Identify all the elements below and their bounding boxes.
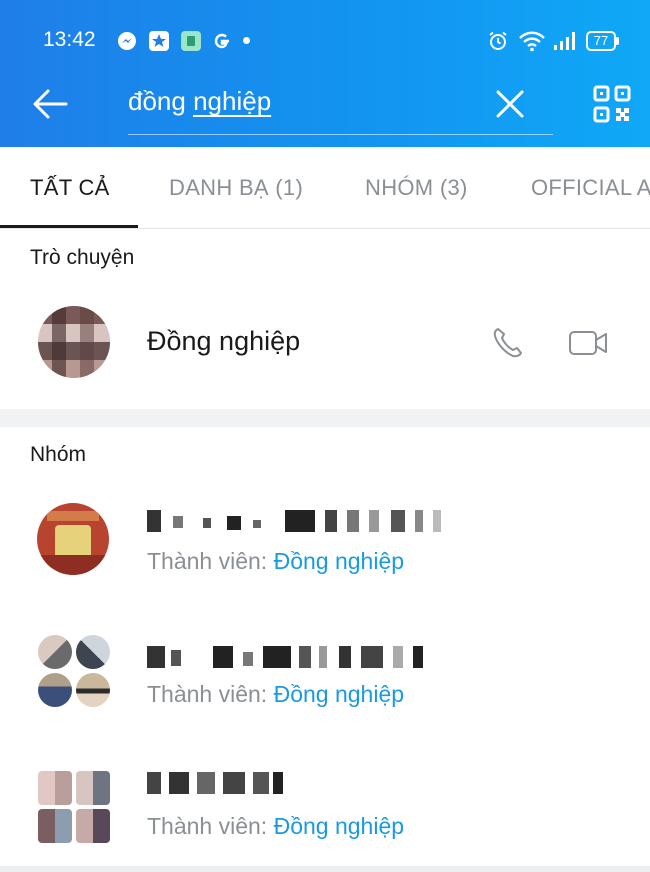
contact-name: Đồng nghiệp <box>147 326 301 356</box>
tab-official[interactable]: OFFICIAL A <box>531 175 650 201</box>
alarm-icon <box>489 31 507 50</box>
battery-level: 77 <box>593 33 609 48</box>
group-name-redacted <box>147 510 447 532</box>
group-member-line: Thành viên: Đồng nghiệp <box>147 813 404 840</box>
group-name-redacted <box>147 772 287 794</box>
group-member-line: Thành viên: Đồng nghiệp <box>147 681 404 708</box>
video-call-icon[interactable] <box>568 327 608 359</box>
search-underline <box>128 134 553 135</box>
chat-section-title: Trò chuyện <box>30 246 135 269</box>
app-header: 13:42 77 đồng nghiệp <box>0 0 650 147</box>
list-bottom-divider <box>0 866 650 872</box>
arrow-left-icon[interactable] <box>30 84 70 124</box>
battery-icon: 77 <box>586 31 620 51</box>
group-section-title: Nhóm <box>30 443 87 466</box>
status-bar: 13:42 77 <box>0 0 650 62</box>
search-input[interactable]: đồng nghiệp <box>128 86 271 117</box>
tab-groups[interactable]: NHÓM (3) <box>365 175 468 201</box>
signal-icon <box>554 32 575 50</box>
member-prefix: Thành viên: <box>147 813 274 839</box>
search-query-prefix: đồng <box>128 86 194 116</box>
section-divider <box>0 409 650 427</box>
group-avatar <box>38 635 110 707</box>
close-icon[interactable] <box>494 88 526 120</box>
member-keyword: Đồng nghiệp <box>273 813 405 839</box>
phone-icon[interactable] <box>490 325 526 361</box>
tab-all[interactable]: TẤT CẢ <box>30 175 110 201</box>
member-prefix: Thành viên: <box>147 681 274 707</box>
avatar <box>38 306 110 378</box>
group-name-redacted <box>147 646 427 668</box>
notification-dot <box>243 37 250 44</box>
member-keyword: Đồng nghiệp <box>273 681 405 707</box>
search-header: đồng nghiệp <box>0 62 650 147</box>
status-time: 13:42 <box>43 28 96 51</box>
group-avatar <box>38 771 110 843</box>
avatar <box>37 503 109 575</box>
active-tab-indicator <box>0 225 138 228</box>
google-icon <box>214 33 229 49</box>
star-app-icon <box>149 31 169 51</box>
tab-contacts[interactable]: DANH BẠ (1) <box>169 175 303 201</box>
search-query-highlight: nghiệp <box>193 86 272 116</box>
tab-bar: TẤT CẢ DANH BẠ (1) NHÓM (3) OFFICIAL A <box>0 147 650 229</box>
qr-code-icon[interactable] <box>592 84 632 124</box>
green-app-icon <box>181 31 201 51</box>
member-prefix: Thành viên: <box>147 548 274 574</box>
group-member-line: Thành viên: Đồng nghiệp <box>147 548 404 575</box>
wifi-icon <box>519 31 545 52</box>
messenger-icon <box>118 32 136 50</box>
member-keyword: Đồng nghiệp <box>273 548 405 574</box>
